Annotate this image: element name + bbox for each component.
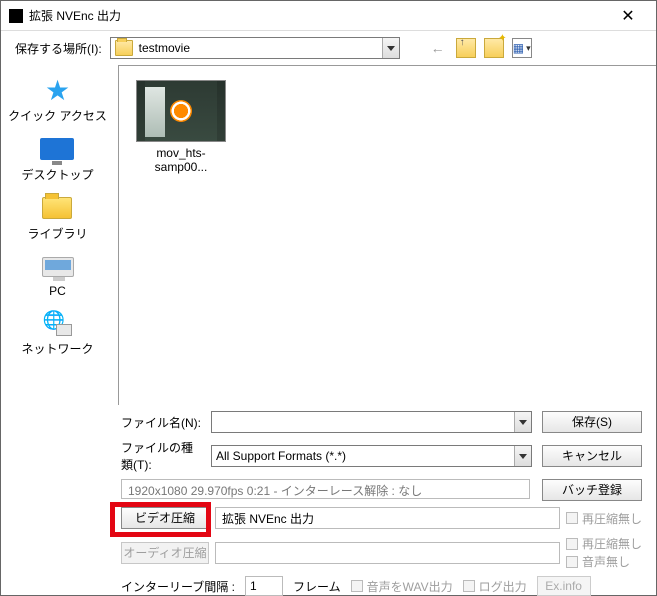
checkbox-icon [566, 556, 578, 568]
back-icon[interactable] [428, 38, 448, 58]
pc-icon [42, 257, 74, 277]
titlebar: 拡張 NVEnc 出力 ✕ [1, 1, 656, 31]
desktop-icon [40, 138, 74, 160]
chevron-down-icon[interactable] [514, 446, 531, 466]
filetype-field[interactable] [211, 445, 532, 467]
video-thumbnail-icon [136, 80, 226, 142]
sidebar-item-label: ネットワーク [21, 340, 93, 357]
library-icon [42, 197, 72, 219]
star-icon [40, 75, 76, 105]
interleave-unit: フレーム [293, 578, 341, 595]
main-area: クイック アクセス デスクトップ ライブラリ PC ネットワーク mov_hts… [1, 65, 656, 405]
sidebar-item-label: デスクトップ [21, 166, 93, 183]
audio-no-recompress-check: 再圧縮無し [566, 535, 642, 552]
sidebar-item-label: クイック アクセス [8, 107, 107, 124]
filetype-label: ファイルの種類(T): [121, 439, 201, 473]
interleave-label: インターリーブ間隔 : [121, 578, 235, 595]
sidebar-item-label: PC [49, 284, 66, 298]
location-label: 保存する場所(I): [15, 40, 102, 57]
interleave-value[interactable]: 1 [245, 576, 283, 596]
bottom-panel: ファイル名(N): 保存(S) ファイルの種類(T): キャンセル 1920x1… [1, 405, 656, 596]
folder-icon [115, 40, 133, 56]
app-icon [9, 9, 23, 23]
sidebar-item-pc[interactable]: PC [40, 252, 76, 298]
filename-label: ファイル名(N): [121, 414, 201, 431]
video-no-recompress-check: 再圧縮無し [566, 510, 642, 527]
window-title: 拡張 NVEnc 出力 [29, 7, 608, 24]
sidebar-item-libraries[interactable]: ライブラリ [27, 193, 87, 242]
file-pane[interactable]: mov_hts-samp00... [118, 65, 656, 405]
save-button[interactable]: 保存(S) [542, 411, 642, 433]
close-button[interactable]: ✕ [608, 6, 648, 26]
filename-field[interactable] [211, 411, 532, 433]
network-icon [42, 310, 72, 336]
location-row: 保存する場所(I): testmovie [1, 31, 656, 65]
cancel-button[interactable]: キャンセル [542, 445, 642, 467]
file-item-label: mov_hts-samp00... [133, 146, 229, 174]
video-compress-button[interactable]: ビデオ圧縮 [121, 507, 209, 529]
sidebar-item-label: ライブラリ [27, 225, 87, 242]
checkbox-icon [463, 580, 475, 592]
chevron-down-icon[interactable] [382, 38, 399, 58]
checkbox-icon [566, 512, 578, 524]
filename-input[interactable] [212, 415, 514, 429]
media-info: 1920x1080 29.970fps 0:21 - インターレース解除 : な… [121, 479, 530, 499]
nav-icons [428, 38, 532, 58]
filetype-value[interactable] [212, 449, 514, 463]
file-item[interactable]: mov_hts-samp00... [133, 80, 229, 174]
audio-compress-button: オーディオ圧縮 [121, 542, 209, 564]
no-audio-check: 音声無し [566, 553, 642, 570]
chevron-down-icon[interactable] [514, 412, 531, 432]
exinfo-button: Ex.info [537, 576, 591, 596]
location-combo[interactable]: testmovie [110, 37, 400, 59]
location-value: testmovie [137, 41, 382, 55]
audio-codec-value [215, 542, 560, 564]
new-folder-icon[interactable] [484, 38, 504, 58]
up-one-level-icon[interactable] [456, 38, 476, 58]
sidebar-item-quickaccess[interactable]: クイック アクセス [8, 75, 107, 124]
view-menu-icon[interactable] [512, 38, 532, 58]
video-codec-value: 拡張 NVEnc 出力 [215, 507, 560, 529]
sidebar-item-network[interactable]: ネットワーク [21, 308, 93, 357]
checkbox-icon [351, 580, 363, 592]
sidebar-item-desktop[interactable]: デスクトップ [21, 134, 93, 183]
places-sidebar: クイック アクセス デスクトップ ライブラリ PC ネットワーク [1, 65, 114, 405]
checkbox-icon [566, 538, 578, 550]
wav-output-check: 音声をWAV出力 [351, 578, 453, 595]
log-output-check: ログ出力 [463, 578, 527, 595]
batch-register-button[interactable]: バッチ登録 [542, 479, 642, 501]
